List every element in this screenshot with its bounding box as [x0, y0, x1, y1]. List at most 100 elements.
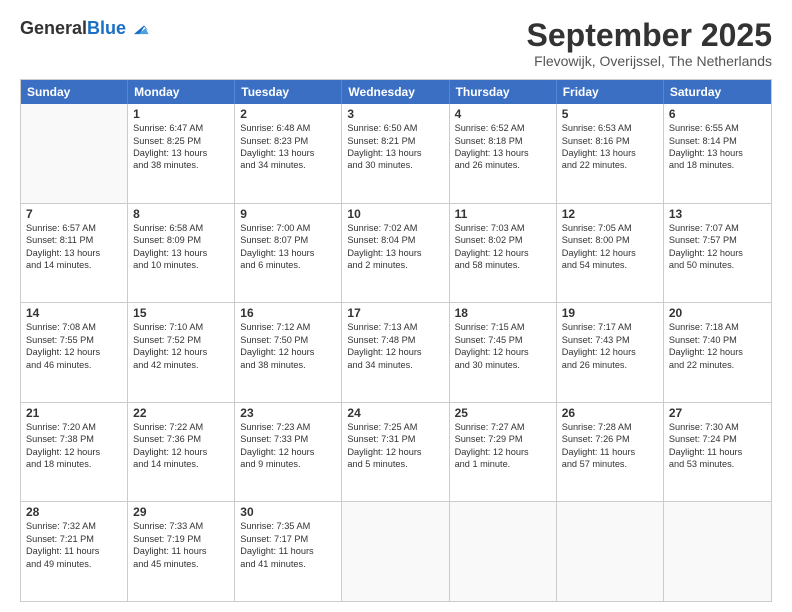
cell-info-line: Daylight: 13 hours — [133, 247, 229, 259]
cell-info-line: Sunrise: 6:55 AM — [669, 122, 766, 134]
cell-info-line: Sunrise: 7:17 AM — [562, 321, 658, 333]
calendar-row: 14Sunrise: 7:08 AMSunset: 7:55 PM Dayligh… — [21, 302, 771, 402]
cell-info-line: and 34 minutes. — [240, 159, 336, 171]
header: GeneralBlue September 2025 Flevowijk, Ov… — [20, 18, 772, 69]
day-number: 16 — [240, 306, 336, 320]
logo-general: General — [20, 18, 87, 38]
cell-info-line: Sunrise: 7:32 AM — [26, 520, 122, 532]
cell-info-line: Sunset: 8:11 PM — [26, 234, 122, 246]
cell-info-line: Daylight: 11 hours — [669, 446, 766, 458]
day-number: 11 — [455, 207, 551, 221]
cell-info-line: Sunrise: 7:05 AM — [562, 222, 658, 234]
day-number: 28 — [26, 505, 122, 519]
cell-info-line: Sunrise: 7:25 AM — [347, 421, 443, 433]
calendar-cell: 8Sunrise: 6:58 AMSunset: 8:09 PMDaylight… — [128, 204, 235, 303]
calendar-cell: 24Sunrise: 7:25 AMSunset: 7:31 PMDayligh… — [342, 403, 449, 502]
cell-info-line: and 14 minutes. — [133, 458, 229, 470]
cell-info-line: Sunset: 7:33 PM — [240, 433, 336, 445]
cell-info-line: and 5 minutes. — [347, 458, 443, 470]
cell-info-line: and 53 minutes. — [669, 458, 766, 470]
calendar-cell: 28Sunrise: 7:32 AMSunset: 7:21 PMDayligh… — [21, 502, 128, 601]
cell-info-line: and 2 minutes. — [347, 259, 443, 271]
cell-info-line: Sunset: 7:55 PM — [26, 334, 122, 346]
calendar-cell: 25Sunrise: 7:27 AMSunset: 7:29 PMDayligh… — [450, 403, 557, 502]
calendar-cell — [557, 502, 664, 601]
cell-info-line: Daylight: 12 hours — [240, 346, 336, 358]
cell-info-line: and 46 minutes. — [26, 359, 122, 371]
cell-info-line: and 22 minutes. — [669, 359, 766, 371]
calendar-cell: 15Sunrise: 7:10 AMSunset: 7:52 PMDayligh… — [128, 303, 235, 402]
day-number: 17 — [347, 306, 443, 320]
cell-info-line: and 26 minutes. — [455, 159, 551, 171]
cell-info-line: Daylight: 13 hours — [240, 147, 336, 159]
cell-info-line: Sunset: 7:24 PM — [669, 433, 766, 445]
weekday-header: Monday — [128, 80, 235, 104]
cell-info-line: Sunset: 8:07 PM — [240, 234, 336, 246]
calendar-cell: 21Sunrise: 7:20 AMSunset: 7:38 PMDayligh… — [21, 403, 128, 502]
day-number: 24 — [347, 406, 443, 420]
calendar-cell — [450, 502, 557, 601]
cell-info-line: Daylight: 12 hours — [455, 446, 551, 458]
day-number: 27 — [669, 406, 766, 420]
calendar-cell: 5Sunrise: 6:53 AMSunset: 8:16 PMDaylight… — [557, 104, 664, 203]
cell-info-line: and 49 minutes. — [26, 558, 122, 570]
logo: GeneralBlue — [20, 18, 150, 40]
calendar-row: 28Sunrise: 7:32 AMSunset: 7:21 PMDayligh… — [21, 501, 771, 601]
cell-info-line: Daylight: 13 hours — [133, 147, 229, 159]
calendar-row: 1Sunrise: 6:47 AMSunset: 8:25 PMDaylight… — [21, 104, 771, 203]
cell-info-line: Sunset: 7:31 PM — [347, 433, 443, 445]
calendar-cell: 29Sunrise: 7:33 AMSunset: 7:19 PMDayligh… — [128, 502, 235, 601]
calendar-cell: 13Sunrise: 7:07 AMSunset: 7:57 PMDayligh… — [664, 204, 771, 303]
cell-info-line: and 34 minutes. — [347, 359, 443, 371]
cell-info-line: and 54 minutes. — [562, 259, 658, 271]
day-number: 21 — [26, 406, 122, 420]
cell-info-line: Sunset: 7:43 PM — [562, 334, 658, 346]
cell-info-line: Sunrise: 6:58 AM — [133, 222, 229, 234]
calendar: SundayMondayTuesdayWednesdayThursdayFrid… — [20, 79, 772, 602]
cell-info-line: and 6 minutes. — [240, 259, 336, 271]
cell-info-line: Sunset: 7:38 PM — [26, 433, 122, 445]
cell-info-line: Daylight: 12 hours — [26, 446, 122, 458]
cell-info-line: Daylight: 12 hours — [455, 346, 551, 358]
day-number: 3 — [347, 107, 443, 121]
cell-info-line: Sunset: 8:04 PM — [347, 234, 443, 246]
cell-info-line: Sunrise: 7:15 AM — [455, 321, 551, 333]
cell-info-line: Daylight: 12 hours — [347, 346, 443, 358]
cell-info-line: Daylight: 13 hours — [669, 147, 766, 159]
day-number: 22 — [133, 406, 229, 420]
calendar-row: 7Sunrise: 6:57 AMSunset: 8:11 PMDaylight… — [21, 203, 771, 303]
calendar-cell: 3Sunrise: 6:50 AMSunset: 8:21 PMDaylight… — [342, 104, 449, 203]
cell-info-line: Sunset: 7:45 PM — [455, 334, 551, 346]
page: GeneralBlue September 2025 Flevowijk, Ov… — [0, 0, 792, 612]
cell-info-line: Daylight: 12 hours — [669, 247, 766, 259]
title-block: September 2025 Flevowijk, Overijssel, Th… — [527, 18, 772, 69]
cell-info-line: Sunset: 7:29 PM — [455, 433, 551, 445]
cell-info-line: Sunrise: 6:53 AM — [562, 122, 658, 134]
location: Flevowijk, Overijssel, The Netherlands — [527, 53, 772, 69]
cell-info-line: and 30 minutes. — [347, 159, 443, 171]
cell-info-line: Sunrise: 7:27 AM — [455, 421, 551, 433]
cell-info-line: Sunset: 7:48 PM — [347, 334, 443, 346]
day-number: 19 — [562, 306, 658, 320]
cell-info-line: Daylight: 13 hours — [347, 147, 443, 159]
weekday-header: Wednesday — [342, 80, 449, 104]
cell-info-line: Daylight: 13 hours — [240, 247, 336, 259]
cell-info-line: and 57 minutes. — [562, 458, 658, 470]
day-number: 14 — [26, 306, 122, 320]
cell-info-line: Daylight: 13 hours — [26, 247, 122, 259]
calendar-cell: 27Sunrise: 7:30 AMSunset: 7:24 PMDayligh… — [664, 403, 771, 502]
cell-info-line: and 1 minute. — [455, 458, 551, 470]
calendar-cell — [664, 502, 771, 601]
cell-info-line: and 58 minutes. — [455, 259, 551, 271]
cell-info-line: Daylight: 12 hours — [240, 446, 336, 458]
day-number: 26 — [562, 406, 658, 420]
cell-info-line: Sunrise: 6:48 AM — [240, 122, 336, 134]
calendar-cell: 26Sunrise: 7:28 AMSunset: 7:26 PMDayligh… — [557, 403, 664, 502]
cell-info-line: Daylight: 12 hours — [347, 446, 443, 458]
cell-info-line: Sunrise: 7:33 AM — [133, 520, 229, 532]
day-number: 13 — [669, 207, 766, 221]
cell-info-line: Sunrise: 7:08 AM — [26, 321, 122, 333]
logo-blue: Blue — [87, 18, 126, 38]
day-number: 5 — [562, 107, 658, 121]
cell-info-line: Daylight: 12 hours — [455, 247, 551, 259]
